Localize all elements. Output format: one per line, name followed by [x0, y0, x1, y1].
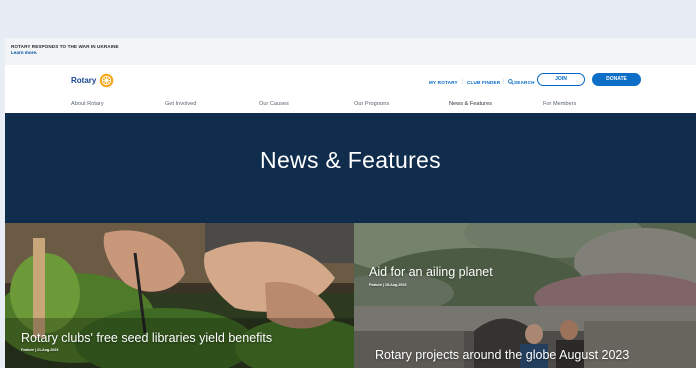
donate-button[interactable]: DONATE	[592, 73, 641, 86]
utility-separator: |	[462, 79, 464, 85]
page-title: News & Features	[260, 147, 441, 173]
rotary-logo[interactable]: Rotary	[71, 73, 114, 88]
nav-for-members[interactable]: For Members	[543, 101, 576, 107]
search-link[interactable]: SEARCH	[514, 80, 535, 85]
seed-library-photo	[5, 223, 354, 368]
club-finder-link[interactable]: CLUB FINDER	[467, 80, 500, 85]
join-button[interactable]: JOIN	[537, 73, 585, 86]
nav-news-features[interactable]: News & Features	[449, 101, 492, 107]
site-header: Rotary MY ROTARY | CLUB FINDER | SEARCH …	[5, 65, 696, 113]
feature-card-seed-libraries[interactable]: Rotary clubs' free seed libraries yield …	[5, 223, 354, 368]
card-title[interactable]: Aid for an ailing planet	[369, 265, 493, 279]
nav-our-programs[interactable]: Our Programs	[354, 101, 389, 107]
my-rotary-link[interactable]: MY ROTARY	[429, 80, 458, 85]
feature-card-ailing-planet[interactable]: Aid for an ailing planet Feature | 18-Au…	[354, 223, 696, 306]
card-title[interactable]: Rotary projects around the globe August …	[375, 348, 629, 362]
nav-get-involved[interactable]: Get Involved	[165, 101, 196, 107]
nav-about-rotary[interactable]: About Rotary	[71, 101, 104, 107]
feature-card-projects-around-globe[interactable]: Rotary projects around the globe August …	[354, 306, 696, 368]
rotary-page: ROTARY RESPONDS TO THE WAR IN UKRAINE Le…	[5, 38, 696, 368]
rotary-wheel-icon	[99, 73, 114, 88]
utility-separator: |	[503, 79, 505, 85]
card-meta: Feature | 18-Aug-2023	[369, 283, 407, 287]
alert-learn-more-link[interactable]: Learn more.	[11, 50, 696, 56]
nav-our-causes[interactable]: Our Causes	[259, 101, 289, 107]
browser-top-strip	[0, 0, 696, 38]
card-title[interactable]: Rotary clubs' free seed libraries yield …	[21, 331, 272, 345]
alert-banner: ROTARY RESPONDS TO THE WAR IN UKRAINE Le…	[5, 38, 696, 65]
hero-banner: News & Features	[5, 113, 696, 223]
logo-text: Rotary	[71, 76, 97, 85]
card-meta: Feature | 21-Aug-2023	[21, 348, 59, 352]
